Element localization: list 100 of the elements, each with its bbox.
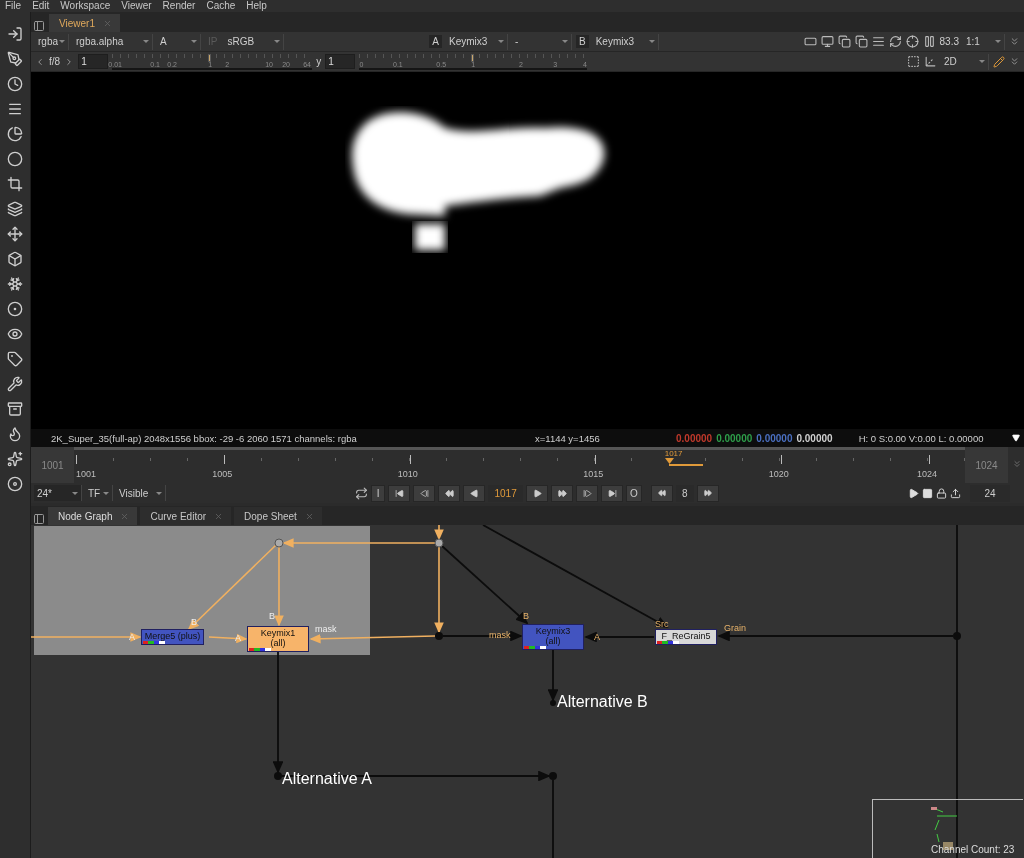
step-forward-button[interactable] xyxy=(696,484,719,502)
wrench-icon[interactable] xyxy=(7,376,23,392)
refresh-icon[interactable] xyxy=(888,35,902,48)
move-icon[interactable] xyxy=(7,226,23,242)
forward-icon xyxy=(703,489,712,497)
clock-icon[interactable] xyxy=(7,76,23,92)
menu-item[interactable]: Workspace xyxy=(60,0,111,12)
slider-thumb[interactable] xyxy=(208,53,212,62)
menu-item[interactable]: Cache xyxy=(206,0,236,12)
gamma-field[interactable]: 1 xyxy=(325,54,356,69)
previous-keyframe-button[interactable] xyxy=(413,484,436,502)
pencil-icon[interactable] xyxy=(993,55,1005,68)
in-point-button[interactable]: I xyxy=(371,484,386,502)
tick-label: 1001 xyxy=(76,469,97,480)
panel-tab[interactable]: Dope Sheet xyxy=(234,507,322,525)
pen-icon[interactable] xyxy=(7,51,23,67)
lines-icon[interactable] xyxy=(871,35,885,48)
sparkles-icon[interactable] xyxy=(7,451,23,467)
flame-icon[interactable] xyxy=(7,426,23,442)
axis-icon[interactable] xyxy=(924,55,937,68)
lock-icon[interactable] xyxy=(936,487,947,499)
forward-icon xyxy=(557,488,567,498)
layer-dropdown[interactable]: rgba.alpha xyxy=(73,33,153,50)
next-keyframe-button[interactable] xyxy=(576,484,599,502)
in-frame-field[interactable]: 1001 xyxy=(31,447,74,483)
menu-item[interactable]: Render xyxy=(162,0,196,12)
record-icon[interactable] xyxy=(922,487,933,499)
play-button[interactable] xyxy=(526,484,549,502)
input-label: B xyxy=(269,611,275,621)
fps-dropdown[interactable]: 24* xyxy=(34,485,82,501)
circle-icon[interactable] xyxy=(7,151,23,167)
input-a-dropdown[interactable]: Keymix3 xyxy=(446,33,508,50)
play-backward-button[interactable] xyxy=(463,484,486,502)
layers-icon[interactable] xyxy=(7,201,23,217)
caret-icon xyxy=(979,60,985,63)
go-to-end-button[interactable] xyxy=(601,484,624,502)
export-icon[interactable] xyxy=(950,487,961,499)
hsvl-readout: H: 0 S:0.00 V:0.00 L: 0.00000 xyxy=(858,432,984,444)
alpha-dropdown[interactable]: A xyxy=(157,33,201,50)
rectangle-icon[interactable] xyxy=(803,35,817,48)
archive-icon[interactable] xyxy=(7,401,23,417)
go-to-start-button[interactable] xyxy=(388,484,411,502)
zoom-value[interactable]: 83.3 xyxy=(939,36,959,47)
viewer-tab[interactable]: Viewer1 xyxy=(49,14,120,32)
tick-label: 1005 xyxy=(212,469,233,480)
tick-mark xyxy=(409,455,411,464)
time-format-dropdown[interactable]: TF xyxy=(85,485,113,501)
chevrons-icon[interactable] xyxy=(1009,56,1020,67)
flipbook-icon[interactable] xyxy=(908,487,919,499)
pause-icon[interactable] xyxy=(922,35,936,48)
step-back-button[interactable] xyxy=(650,484,673,502)
crosshair-icon[interactable] xyxy=(905,35,919,48)
monitor-icon[interactable] xyxy=(820,35,834,48)
snowflake-icon[interactable] xyxy=(7,276,23,292)
view-mode-dropdown[interactable]: 2D xyxy=(941,53,989,70)
panel-tab[interactable]: Curve Editor xyxy=(140,507,232,525)
circle-dot-icon[interactable] xyxy=(7,301,23,317)
playhead[interactable]: 1017 xyxy=(664,450,703,466)
out-point-button[interactable]: O xyxy=(626,484,642,502)
region-select-icon[interactable] xyxy=(907,55,920,68)
panel-icon[interactable] xyxy=(33,20,45,32)
proxy-dropdown[interactable]: 1:1 xyxy=(963,33,1005,50)
input-label: A xyxy=(594,632,600,642)
menu-item[interactable]: Help xyxy=(246,0,267,12)
disc-icon[interactable] xyxy=(7,476,23,492)
panel-tab[interactable]: Node Graph xyxy=(48,507,138,525)
overlay-icon[interactable] xyxy=(837,35,851,48)
loop-icon[interactable] xyxy=(355,486,369,500)
dropdown-icon[interactable] xyxy=(1012,434,1020,442)
colorspace-dropdown[interactable]: sRGB xyxy=(224,33,285,50)
compare-dropdown[interactable]: - xyxy=(512,33,572,50)
range-dropdown[interactable]: Visible xyxy=(116,485,166,501)
chevrons-icon[interactable] xyxy=(1009,36,1020,47)
next-frame-button[interactable] xyxy=(551,484,574,502)
input-label: mask xyxy=(315,624,337,634)
slider-thumb[interactable] xyxy=(471,53,475,62)
cube-icon[interactable] xyxy=(7,251,23,267)
windows-icon[interactable] xyxy=(854,35,868,48)
minimap-panel[interactable] xyxy=(872,799,1023,858)
crop-icon[interactable] xyxy=(7,176,23,192)
input-label: A xyxy=(129,632,135,642)
menu-item[interactable]: Edit xyxy=(32,0,50,12)
pie-icon[interactable] xyxy=(7,126,23,142)
graph-node[interactable]: F_ReGrain5 xyxy=(655,629,717,645)
lines-icon[interactable] xyxy=(7,101,23,117)
menu-item[interactable]: Viewer xyxy=(121,0,152,12)
input-label: mask xyxy=(489,630,511,640)
tag-icon[interactable] xyxy=(7,351,23,367)
exposure-field[interactable]: 1 xyxy=(78,54,109,69)
tick-mark xyxy=(595,455,597,464)
channels-dropdown[interactable]: rgba xyxy=(35,33,69,50)
backdrop-area[interactable] xyxy=(34,526,370,655)
menu-item[interactable]: File xyxy=(5,0,22,12)
out-frame-field[interactable]: 1024 xyxy=(965,447,1008,483)
eye-icon[interactable] xyxy=(7,326,23,342)
panel-icon[interactable] xyxy=(33,513,45,525)
previous-frame-button[interactable] xyxy=(438,484,461,502)
graph-node[interactable]: Keymix1 (all) xyxy=(247,626,309,652)
input-b-dropdown[interactable]: Keymix3 xyxy=(592,33,659,50)
import-icon[interactable] xyxy=(7,26,23,42)
